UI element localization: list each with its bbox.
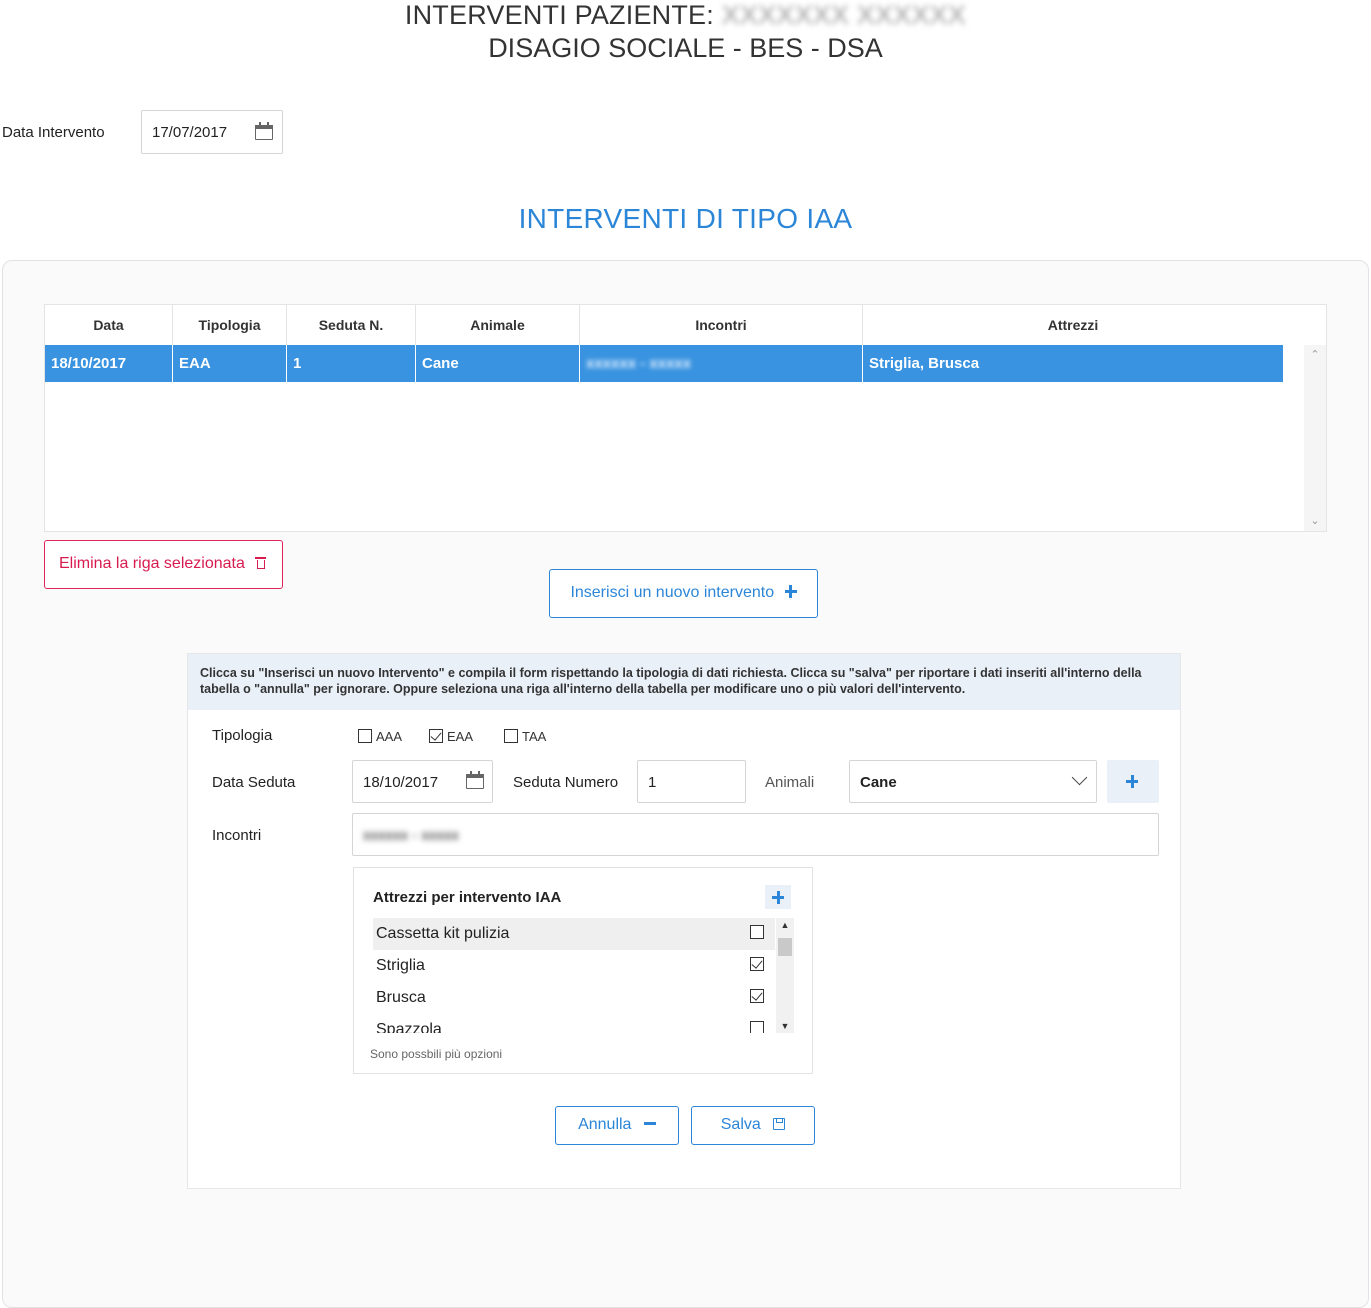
column-header-seduta[interactable]: Seduta N. — [287, 305, 416, 345]
scroll-thumb[interactable] — [778, 938, 792, 956]
list-item[interactable]: Striglia — [373, 950, 775, 982]
data-intervento-label: Data Intervento — [2, 124, 105, 141]
data-seduta-field[interactable]: 18/10/2017 — [352, 760, 493, 803]
delete-row-label: Elimina la riga selezionata — [59, 555, 245, 572]
checkbox-aaa[interactable] — [358, 729, 372, 743]
page-title: INTERVENTI PAZIENTE: XXXXXXX XXXXXX — [0, 0, 1371, 32]
chevron-down-icon — [1071, 769, 1088, 786]
attrezzo-label: Cassetta kit pulizia — [376, 925, 510, 942]
form-info-text: Clicca su "Inserisci un nuovo Intervento… — [188, 654, 1180, 710]
attrezzo-checkbox[interactable] — [750, 989, 764, 1003]
cell-animale: Cane — [416, 345, 580, 382]
seduta-numero-value: 1 — [648, 774, 657, 791]
page-title-prefix: INTERVENTI PAZIENTE: — [404, 0, 714, 30]
cell-data: 18/10/2017 — [45, 345, 173, 382]
plus-icon — [784, 585, 797, 598]
cell-attrezzi: Striglia, Brusca — [869, 355, 980, 372]
cancel-label: Annulla — [578, 1116, 632, 1133]
attrezzi-scrollbar[interactable]: ▲ ▼ — [776, 918, 794, 1033]
list-item[interactable]: Cassetta kit pulizia — [373, 918, 775, 950]
minus-icon — [643, 1122, 656, 1125]
seduta-numero-label: Seduta Numero — [513, 774, 619, 791]
page-subtitle: DISAGIO SOCIALE - BES - DSA — [488, 33, 883, 63]
data-seduta-label: Data Seduta — [212, 774, 296, 791]
calendar-icon[interactable] — [255, 122, 273, 140]
attrezzo-checkbox[interactable] — [750, 925, 764, 939]
save-button[interactable]: Salva — [691, 1106, 815, 1145]
data-intervento-field[interactable]: 17/07/2017 — [141, 110, 283, 154]
data-intervento-value: 17/07/2017 — [152, 124, 228, 141]
attrezzo-checkbox[interactable] — [750, 957, 764, 971]
checkbox-aaa-label: AAA — [376, 729, 403, 744]
trash-icon — [255, 556, 267, 569]
attrezzo-label: Striglia — [376, 957, 425, 974]
animali-value: Cane — [860, 774, 897, 791]
attrezzi-hint: Sono possbili più opzioni — [370, 1047, 503, 1061]
animali-label: Animali — [765, 774, 815, 791]
column-header-attrezzi[interactable]: Attrezzi — [863, 305, 1283, 345]
attrezzi-title: Attrezzi per intervento IAA — [373, 889, 562, 906]
incontri-field[interactable]: xxxxxx - xxxxx — [352, 813, 1159, 856]
delete-row-button[interactable]: Elimina la riga selezionata — [44, 540, 283, 589]
column-header-tipologia[interactable]: Tipologia — [173, 305, 287, 345]
column-header-animale[interactable]: Animale — [416, 305, 580, 345]
checkbox-taa-label: TAA — [522, 729, 547, 744]
add-animal-button[interactable] — [1107, 760, 1159, 803]
list-item[interactable]: Brusca — [373, 982, 775, 1014]
scroll-up-icon[interactable]: ⌃ — [1309, 349, 1321, 361]
cancel-button[interactable]: Annulla — [555, 1106, 679, 1145]
interventions-table: Data Tipologia Seduta N. Animale Incontr… — [44, 304, 1327, 532]
section-title: INTERVENTI DI TIPO IAA — [518, 203, 853, 234]
column-header-incontri[interactable]: Incontri — [580, 305, 863, 345]
list-item[interactable]: Spazzola — [373, 1014, 775, 1033]
scroll-up-icon[interactable]: ▲ — [779, 920, 791, 930]
attrezzi-list: Cassetta kit pulizia Striglia Brusca Spa… — [373, 918, 775, 1033]
scroll-down-icon[interactable]: ▼ — [779, 1021, 791, 1031]
tipologia-label: Tipologia — [212, 727, 273, 744]
seduta-numero-field[interactable]: 1 — [637, 760, 746, 803]
new-intervention-button[interactable]: Inserisci un nuovo intervento — [549, 569, 818, 618]
attrezzo-label: Brusca — [376, 989, 426, 1006]
incontri-label: Incontri — [212, 827, 262, 844]
checkbox-eaa-label: EAA — [447, 729, 474, 744]
table-header: Data Tipologia Seduta N. Animale Incontr… — [45, 305, 1283, 345]
cell-tipologia: EAA — [173, 345, 287, 382]
scroll-down-icon[interactable]: ⌄ — [1309, 515, 1321, 527]
checkbox-eaa[interactable] — [429, 729, 443, 743]
data-seduta-value: 18/10/2017 — [363, 774, 439, 791]
attrezzo-label: Spazzola — [376, 1021, 442, 1033]
plus-icon — [772, 891, 784, 904]
table-scrollbar[interactable]: ⌃ ⌄ — [1304, 345, 1326, 531]
animali-select[interactable]: Cane — [849, 760, 1097, 803]
save-label: Salva — [720, 1116, 761, 1133]
plus-icon — [1126, 775, 1138, 788]
table-row[interactable]: 18/10/2017 EAA 1 Cane xxxxxx - xxxxx Str… — [45, 345, 1283, 382]
checkbox-taa[interactable] — [504, 729, 518, 743]
cell-seduta: 1 — [287, 345, 416, 382]
cell-incontri: xxxxxx - xxxxx — [586, 355, 692, 372]
new-intervention-label: Inserisci un nuovo intervento — [570, 584, 775, 601]
patient-name: XXXXXXX XXXXXX — [721, 0, 967, 30]
attrezzi-box: Attrezzi per intervento IAA Cassetta kit… — [353, 867, 813, 1074]
calendar-icon[interactable] — [466, 771, 484, 789]
column-header-data[interactable]: Data — [45, 305, 173, 345]
add-attrezzo-button[interactable] — [765, 885, 791, 909]
attrezzo-checkbox[interactable] — [750, 1021, 764, 1033]
floppy-disk-icon — [773, 1118, 786, 1130]
incontri-value: xxxxxx - xxxxx — [363, 827, 459, 844]
